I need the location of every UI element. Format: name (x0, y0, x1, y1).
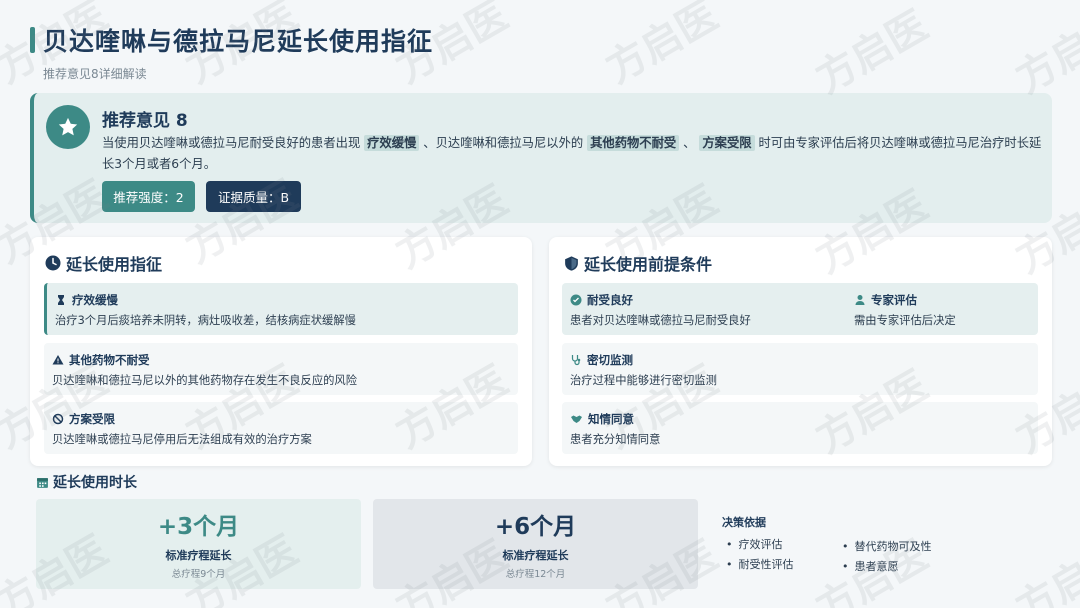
prereq-head-text: 密切监测 (587, 353, 633, 367)
user-doctor-icon (855, 295, 865, 305)
page-title: 贝达喹啉与德拉马尼延长使用指征 (43, 27, 434, 56)
rec-text-part: 、贝达喹啉和德拉马尼以外的 (423, 136, 584, 150)
watermark: 方启医 (808, 2, 936, 103)
prereq-head: 专家评估 (854, 292, 917, 308)
prereq-desc: 患者对贝达喹啉或德拉马尼耐受良好 (570, 314, 751, 327)
slide: 贝达喹啉与德拉马尼延长使用指征 推荐意见8详细解读 推荐意见 8 当使用贝达喹啉… (0, 0, 1080, 608)
indication-head: 其他药物不耐受 (52, 352, 150, 368)
indication-head-text: 疗效缓慢 (72, 293, 118, 307)
duration-value: +6个月 (494, 514, 577, 540)
recommendation-text: 当使用贝达喹啉或德拉马尼耐受良好的患者出现 疗效缓慢 、贝达喹啉和德拉马尼以外的… (102, 133, 1046, 175)
duration-label: 标准疗程延长 (502, 549, 569, 562)
duration-title-text: 延长使用时长 (53, 475, 137, 491)
prereq-head-text: 耐受良好 (587, 293, 633, 307)
indication-head-text: 方案受限 (69, 412, 115, 426)
duration-title: 延长使用时长 (36, 472, 137, 492)
clock-icon (45, 255, 61, 271)
indication-item-slow-efficacy: 疗效缓慢 治疗3个月后痰培养未阴转，病灶吸收差，结核病症状缓解慢 (44, 283, 518, 335)
prereq-desc: 患者充分知情同意 (570, 433, 661, 446)
indication-desc: 治疗3个月后痰培养未阴转，病灶吸收差，结核病症状缓解慢 (55, 314, 356, 327)
indication-item-regimen-limited: 方案受限 贝达喹啉或德拉马尼停用后无法组成有效的治疗方案 (44, 402, 518, 454)
recommendation-title: 推荐意见 8 (102, 111, 188, 131)
duration-label: 标准疗程延长 (165, 549, 232, 562)
duration-sub: 总疗程9个月 (171, 569, 226, 580)
rec-text-part: 当使用贝达喹啉或德拉马尼耐受良好的患者出现 (102, 136, 361, 150)
duration-sub: 总疗程12个月 (505, 569, 566, 580)
warning-icon (52, 355, 64, 365)
prereq-head-text: 专家评估 (871, 293, 917, 307)
check-circle-icon (570, 294, 582, 306)
watermark: 方启医 (1008, 2, 1080, 103)
basis-item: 耐受性评估 (726, 556, 794, 572)
watermark: 方启医 (598, 0, 726, 93)
stethoscope-icon (571, 355, 581, 366)
prerequisites-title-text: 延长使用前提条件 (584, 255, 713, 274)
strength-badge: 推荐强度：2 (102, 181, 195, 212)
prerequisites-title: 延长使用前提条件 (563, 251, 712, 275)
recommendation-box: 推荐意见 8 当使用贝达喹啉或德拉马尼耐受良好的患者出现 疗效缓慢 、贝达喹啉和… (30, 93, 1052, 223)
basis-item: 患者意愿 (842, 558, 899, 574)
indications-title: 延长使用指征 (44, 251, 162, 275)
indication-head: 方案受限 (52, 411, 115, 427)
shield-icon (565, 255, 578, 271)
calendar-icon (37, 477, 48, 488)
prereq-desc: 治疗过程中能够进行密切监测 (570, 374, 717, 387)
indication-head-text: 其他药物不耐受 (69, 353, 150, 367)
duration-option-3-months: +3个月 标准疗程延长 总疗程9个月 (36, 499, 361, 589)
prereq-head-text: 知情同意 (588, 412, 634, 426)
highlight-intolerance: 其他药物不耐受 (587, 135, 680, 151)
prereq-item-monitoring: 密切监测 治疗过程中能够进行密切监测 (562, 343, 1038, 395)
rec-text-part: 、 (683, 136, 696, 150)
highlight-slow-efficacy: 疗效缓慢 (364, 135, 420, 151)
prereq-desc: 需由专家评估后决定 (854, 314, 956, 327)
indication-head: 疗效缓慢 (55, 292, 118, 308)
duration-option-6-months: +6个月 标准疗程延长 总疗程12个月 (373, 499, 698, 589)
handshake-icon (571, 415, 582, 423)
prereq-head: 知情同意 (570, 411, 634, 427)
indication-item-intolerance: 其他药物不耐受 贝达喹啉和德拉马尼以外的其他药物存在发生不良反应的风险 (44, 343, 518, 395)
highlight-regimen-limited: 方案受限 (699, 135, 755, 151)
ban-icon (52, 413, 64, 425)
prereq-item-tolerance: 耐受良好 患者对贝达喹啉或德拉马尼耐受良好 专家评估 需由专家评估后决定 (562, 283, 1038, 335)
quality-badge: 证据质量：B (206, 181, 301, 212)
prerequisites-card: 延长使用前提条件 耐受良好 患者对贝达喹啉或德拉马尼耐受良好 专家评估 需由专家… (549, 237, 1052, 466)
basis-item: 疗效评估 (726, 536, 783, 552)
indication-desc: 贝达喹啉和德拉马尼以外的其他药物存在发生不良反应的风险 (52, 374, 358, 387)
hourglass-icon (58, 295, 64, 305)
page-subtitle: 推荐意见8详细解读 (43, 67, 147, 81)
indications-title-text: 延长使用指征 (66, 255, 163, 274)
star-icon (46, 105, 90, 149)
watermark: 方启医 (1008, 532, 1080, 608)
duration-value: +3个月 (157, 514, 240, 540)
indications-card: 延长使用指征 疗效缓慢 治疗3个月后痰培养未阴转，病灶吸收差，结核病症状缓解慢 … (30, 237, 532, 466)
basis-title: 决策依据 (722, 516, 766, 529)
title-accent-bar (30, 27, 35, 53)
prereq-head: 密切监测 (570, 352, 633, 368)
indication-desc: 贝达喹啉或德拉马尼停用后无法组成有效的治疗方案 (52, 433, 312, 446)
prereq-head: 耐受良好 (570, 292, 633, 308)
basis-item: 替代药物可及性 (842, 538, 932, 554)
prereq-item-consent: 知情同意 患者充分知情同意 (562, 402, 1038, 454)
